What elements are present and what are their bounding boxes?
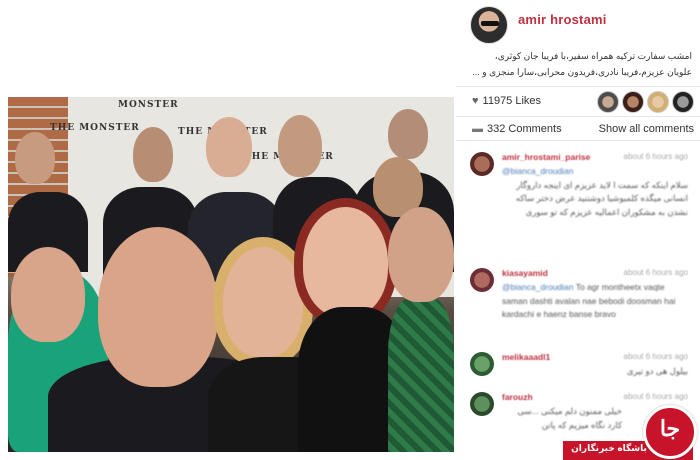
liker-avatar[interactable] <box>597 91 619 113</box>
comment-text: @bianca_droudian سلام اینکه که سمت ا لای… <box>502 165 688 219</box>
post-header: amir hrostami <box>470 6 695 46</box>
person-face <box>133 127 173 182</box>
person-face <box>11 247 85 342</box>
liker-avatar[interactable] <box>622 91 644 113</box>
backdrop-logo: MONSTER <box>118 100 179 110</box>
comment-username[interactable]: melikaaadl1 <box>502 352 550 362</box>
comment-item: kiasayamid about 6 hours ago @bianca_dro… <box>470 268 692 344</box>
speech-bubble-icon: ▬ <box>472 123 483 135</box>
comment-username[interactable]: kiasayamid <box>502 268 548 278</box>
comment-body: خیلی ممنون دلم میکنی ...سی کارد نگاه میز… <box>517 406 622 430</box>
comment-time: about 6 hours ago <box>623 268 689 277</box>
comment-text: @bianca_droudian To agr montheetx vaqte … <box>502 281 688 322</box>
divider <box>456 86 700 87</box>
green-shirt <box>388 297 454 452</box>
likes-row[interactable]: ♥ 11975 Likes <box>472 95 541 107</box>
post-photo[interactable]: THE MONSTER THE MONSTER THE MONSTER MONS… <box>8 97 454 452</box>
likes-count: 11975 Likes <box>482 95 542 107</box>
comments-count: 332 Comments <box>487 123 562 135</box>
person-face <box>278 115 322 177</box>
watermark-logo-glyph: جا <box>659 416 681 442</box>
show-all-comments-link[interactable]: Show all comments <box>599 123 694 135</box>
divider <box>456 140 700 141</box>
commenter-avatar[interactable] <box>470 268 494 292</box>
commenter-avatar[interactable] <box>470 392 494 416</box>
person-face <box>206 117 252 177</box>
commenter-avatar[interactable] <box>470 152 494 176</box>
comment-username[interactable]: farouzh <box>502 392 533 402</box>
person-face <box>303 207 388 317</box>
comment-time: about 6 hours ago <box>623 352 689 361</box>
person-face <box>15 132 55 184</box>
liker-avatar[interactable] <box>672 91 694 113</box>
comment-username[interactable]: amir_hrostami_parise <box>502 152 590 162</box>
comment-mention[interactable]: @bianca_droudian <box>502 282 574 292</box>
comment-time: about 6 hours ago <box>623 152 689 161</box>
comment-time: about 6 hours ago <box>623 392 689 401</box>
comment-body: بیلول هی دو تیری <box>626 366 688 376</box>
comment-item: melikaaadl1 about 6 hours ago بیلول هی د… <box>470 352 692 388</box>
person-face <box>223 247 303 357</box>
comment-body: سلام اینکه که سمت ا لاید عزیزم ای اینجه … <box>515 179 688 217</box>
watermark-logo: جا <box>643 405 697 459</box>
comment-mention[interactable]: @bianca_droudian <box>502 166 574 176</box>
person-face <box>388 207 454 302</box>
divider <box>456 116 700 117</box>
profile-avatar[interactable] <box>470 6 508 44</box>
post-caption: امشب سفارت ترکیه همراه سفیر،با فریبا جان… <box>472 51 692 77</box>
liker-avatar[interactable] <box>647 91 669 113</box>
heart-icon: ♥ <box>472 95 479 107</box>
commenter-avatar[interactable] <box>470 352 494 376</box>
backdrop-logo: THE MONSTER <box>50 123 140 133</box>
watermark-text: باشگاه خبرنگاران <box>571 443 647 453</box>
post-username[interactable]: amir hrostami <box>518 12 607 27</box>
comment-item: amir_hrostami_parise about 6 hours ago @… <box>470 152 692 262</box>
person-face <box>388 109 428 159</box>
person-face <box>98 227 218 387</box>
comments-row: ▬ 332 Comments <box>472 123 562 135</box>
